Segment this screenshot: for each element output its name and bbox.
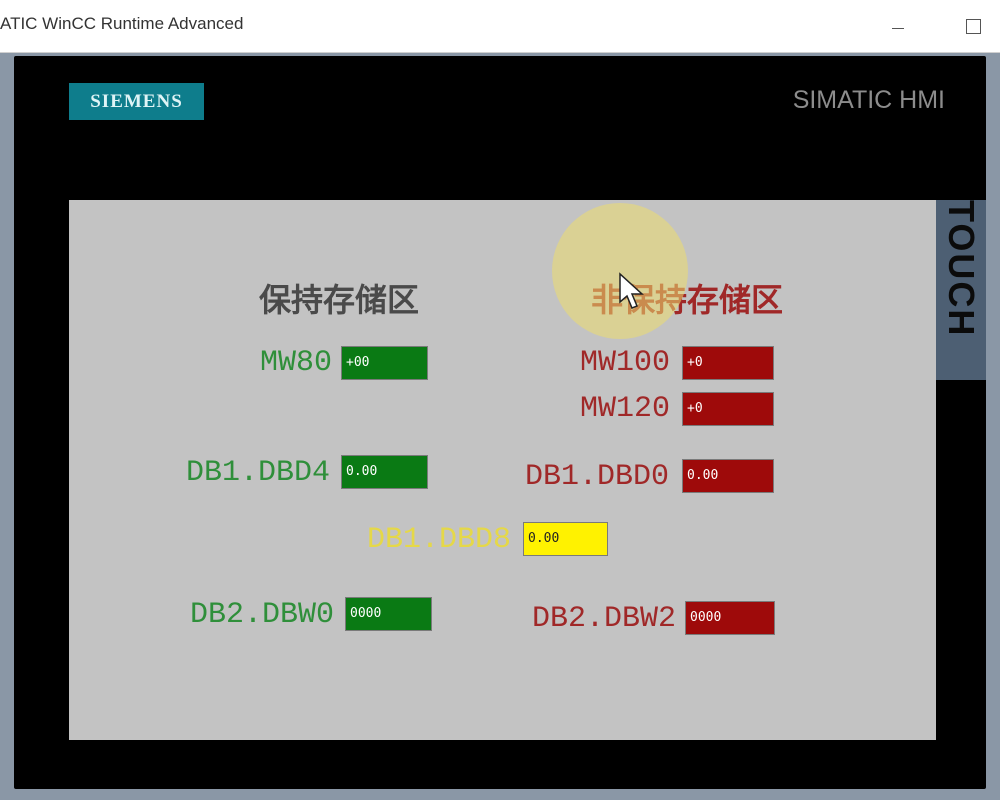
- maximize-button[interactable]: [958, 10, 990, 42]
- touch-strip: TOUCH: [936, 200, 986, 380]
- window-title: ATIC WinCC Runtime Advanced: [0, 14, 244, 33]
- title-bar: ATIC WinCC Runtime Advanced: [0, 0, 1000, 53]
- touch-label: TOUCH: [941, 200, 982, 338]
- wincc-runtime-window: ATIC WinCC Runtime Advanced SIEMENS SIMA…: [0, 0, 1000, 800]
- io-field-db1-dbd4[interactable]: 0.00: [341, 455, 428, 489]
- hmi-screen: 保持存储区 非保持存储区 MW80 +00 DB1.DBD4 0.00 DB2.…: [69, 200, 936, 740]
- minimize-icon: [892, 28, 904, 29]
- io-field-db2-dbw0[interactable]: 0000: [345, 597, 432, 631]
- maximize-icon: [966, 19, 981, 34]
- io-field-mw80[interactable]: +00: [341, 346, 428, 380]
- io-field-db1-dbd0[interactable]: 0.00: [682, 459, 774, 493]
- label-db1-dbd8: DB1.DBD8: [367, 523, 512, 557]
- io-field-db2-dbw2[interactable]: 0000: [685, 601, 775, 635]
- device-model-label: SIMATIC HMI: [792, 86, 945, 114]
- heading-non-retentive: 非保持存储区: [591, 281, 784, 319]
- label-mw80: MW80: [260, 346, 333, 380]
- label-db2-dbw2: DB2.DBW2: [532, 602, 677, 636]
- label-db2-dbw0: DB2.DBW0: [190, 598, 335, 632]
- minimize-button[interactable]: [882, 10, 914, 42]
- heading-retentive: 保持存储区: [259, 281, 420, 319]
- io-field-mw120[interactable]: +0: [682, 392, 774, 426]
- io-field-mw100[interactable]: +0: [682, 346, 774, 380]
- label-mw100: MW100: [580, 346, 671, 380]
- io-field-db1-dbd8[interactable]: 0.00: [523, 522, 608, 556]
- siemens-logo: SIEMENS: [69, 83, 204, 120]
- label-db1-dbd4: DB1.DBD4: [186, 456, 331, 490]
- label-db1-dbd0: DB1.DBD0: [525, 460, 670, 494]
- label-mw120: MW120: [580, 392, 671, 426]
